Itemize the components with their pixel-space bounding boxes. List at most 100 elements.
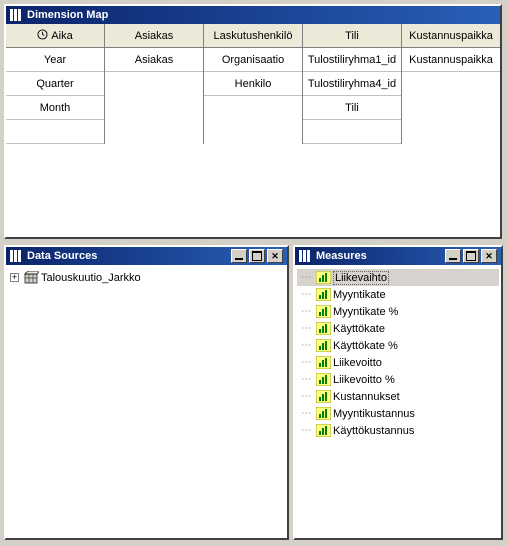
dimension-column: Asiakas Asiakas	[105, 24, 204, 144]
measure-label: Kustannukset	[333, 391, 400, 403]
dimension-cell[interactable]: Tulostiliryhma1_id	[303, 48, 401, 72]
dimension-header[interactable]: Tili	[303, 24, 401, 48]
measure-label: Käyttökate %	[333, 340, 398, 352]
measure-label: Käyttökate	[333, 323, 385, 335]
grid-icon	[10, 9, 23, 22]
tree-branch-icon: ⋯	[299, 340, 313, 351]
measure-item[interactable]: ⋯ Liikevaihto	[297, 269, 499, 286]
tree-branch-icon: ⋯	[299, 272, 313, 283]
dimension-cell-label: Henkilo	[235, 78, 272, 90]
measure-icon	[315, 322, 331, 336]
dimension-cell[interactable]: Quarter	[6, 72, 104, 96]
measure-label: Myyntikustannus	[333, 408, 415, 420]
maximize-button[interactable]	[249, 249, 265, 263]
measure-icon	[315, 407, 331, 421]
dimension-cell-label: Kustannuspaikka	[409, 54, 493, 66]
dimension-header-label: Asiakas	[135, 30, 174, 42]
data-source-item[interactable]: + Talouskuutio_Jarkko	[8, 269, 285, 286]
tree-branch-icon: ⋯	[299, 357, 313, 368]
dimension-cell[interactable]: Year	[6, 48, 104, 72]
bars-icon	[10, 250, 23, 263]
dimension-cell[interactable]: Henkilo	[204, 72, 302, 96]
dimension-cell-label: Tulostiliryhma1_id	[308, 54, 396, 66]
dimension-header-label: Kustannuspaikka	[409, 30, 493, 42]
dimension-column: Aika Year Quarter Month	[6, 24, 105, 144]
measure-icon	[315, 288, 331, 302]
data-sources-titlebar[interactable]: Data Sources ✕	[6, 247, 287, 265]
minimize-button[interactable]	[445, 249, 461, 263]
dimension-cell[interactable]: Asiakas	[105, 48, 203, 72]
dimension-header-label: Aika	[51, 30, 72, 42]
dimension-cell-empty[interactable]	[303, 120, 401, 144]
dimension-header[interactable]: Kustannuspaikka	[402, 24, 500, 48]
dimension-cell[interactable]: Month	[6, 96, 104, 120]
measure-icon	[315, 339, 331, 353]
tree-branch-icon: ⋯	[299, 289, 313, 300]
dimension-header-label: Laskutushenkilö	[214, 30, 293, 42]
data-sources-tree[interactable]: + Talouskuutio_Jarkko	[6, 265, 287, 538]
close-button[interactable]: ✕	[267, 249, 283, 263]
measure-icon	[315, 271, 331, 285]
measure-item[interactable]: ⋯ Myyntikustannus	[297, 405, 499, 422]
dimension-cell-label: Month	[40, 102, 71, 114]
dimension-header[interactable]: Laskutushenkilö	[204, 24, 302, 48]
data-sources-title: Data Sources	[27, 250, 231, 262]
measure-label: Liikevaihto	[333, 271, 389, 285]
data-source-label: Talouskuutio_Jarkko	[41, 272, 141, 284]
measure-item[interactable]: ⋯ Liikevoitto %	[297, 371, 499, 388]
measure-icon	[315, 390, 331, 404]
tree-branch-icon: ⋯	[299, 425, 313, 436]
bars-icon	[299, 250, 312, 263]
dimension-header-label: Tili	[345, 30, 359, 42]
dimension-cell-label: Quarter	[36, 78, 73, 90]
measure-item[interactable]: ⋯ Kustannukset	[297, 388, 499, 405]
measures-titlebar[interactable]: Measures ✕	[295, 247, 501, 265]
dimension-header[interactable]: Asiakas	[105, 24, 203, 48]
dimension-cell[interactable]: Kustannuspaikka	[402, 48, 500, 72]
dimension-cell-label: Asiakas	[135, 54, 174, 66]
clock-icon	[37, 29, 48, 43]
dimension-cell-label: Organisaatio	[222, 54, 284, 66]
measure-icon	[315, 305, 331, 319]
dimension-cell-label: Tili	[345, 102, 359, 114]
measure-icon	[315, 424, 331, 438]
measures-tree[interactable]: ⋯Liikevaihto⋯Myyntikate⋯Myyntikate %⋯Käy…	[295, 265, 501, 538]
measure-icon	[315, 373, 331, 387]
minimize-button[interactable]	[231, 249, 247, 263]
tree-branch-icon: ⋯	[299, 408, 313, 419]
measure-label: Myyntikate	[333, 289, 386, 301]
tree-branch-icon: ⋯	[299, 323, 313, 334]
measure-item[interactable]: ⋯ Käyttökustannus	[297, 422, 499, 439]
dimension-header[interactable]: Aika	[6, 24, 104, 48]
measure-item[interactable]: ⋯ Käyttökate %	[297, 337, 499, 354]
tree-branch-icon: ⋯	[299, 391, 313, 402]
measure-icon	[315, 356, 331, 370]
measure-label: Myyntikate %	[333, 306, 398, 318]
measure-item[interactable]: ⋯ Käyttökate	[297, 320, 499, 337]
measure-label: Käyttökustannus	[333, 425, 414, 437]
measure-label: Liikevoitto %	[333, 374, 395, 386]
dimension-map-titlebar[interactable]: Dimension Map	[6, 6, 500, 24]
dimension-column: Laskutushenkilö Organisaatio Henkilo	[204, 24, 303, 144]
measure-item[interactable]: ⋯ Liikevoitto	[297, 354, 499, 371]
dimension-cell-empty[interactable]	[6, 120, 104, 144]
tree-branch-icon: ⋯	[299, 374, 313, 385]
dimension-map-title: Dimension Map	[27, 9, 496, 21]
dimension-cell[interactable]: Organisaatio	[204, 48, 302, 72]
expand-icon[interactable]: +	[10, 273, 19, 282]
data-sources-panel: Data Sources ✕ + Talouskuutio_Jarkko	[4, 245, 289, 540]
dimension-cell-label: Tulostiliryhma4_id	[308, 78, 396, 90]
measure-label: Liikevoitto	[333, 357, 382, 369]
dimension-column: Kustannuspaikka Kustannuspaikka	[402, 24, 500, 144]
measures-title: Measures	[316, 250, 445, 262]
dimension-cell-label: Year	[44, 54, 66, 66]
close-button[interactable]: ✕	[481, 249, 497, 263]
cube-icon	[23, 271, 39, 285]
maximize-button[interactable]	[463, 249, 479, 263]
dimension-column: Tili Tulostiliryhma1_id Tulostiliryhma4_id…	[303, 24, 402, 144]
dimension-map-body: Aika Year Quarter Month Asiakas Asiakas Laskut…	[6, 24, 500, 237]
dimension-cell[interactable]: Tili	[303, 96, 401, 120]
dimension-cell[interactable]: Tulostiliryhma4_id	[303, 72, 401, 96]
measure-item[interactable]: ⋯ Myyntikate	[297, 286, 499, 303]
measure-item[interactable]: ⋯Myyntikate %	[297, 303, 499, 320]
